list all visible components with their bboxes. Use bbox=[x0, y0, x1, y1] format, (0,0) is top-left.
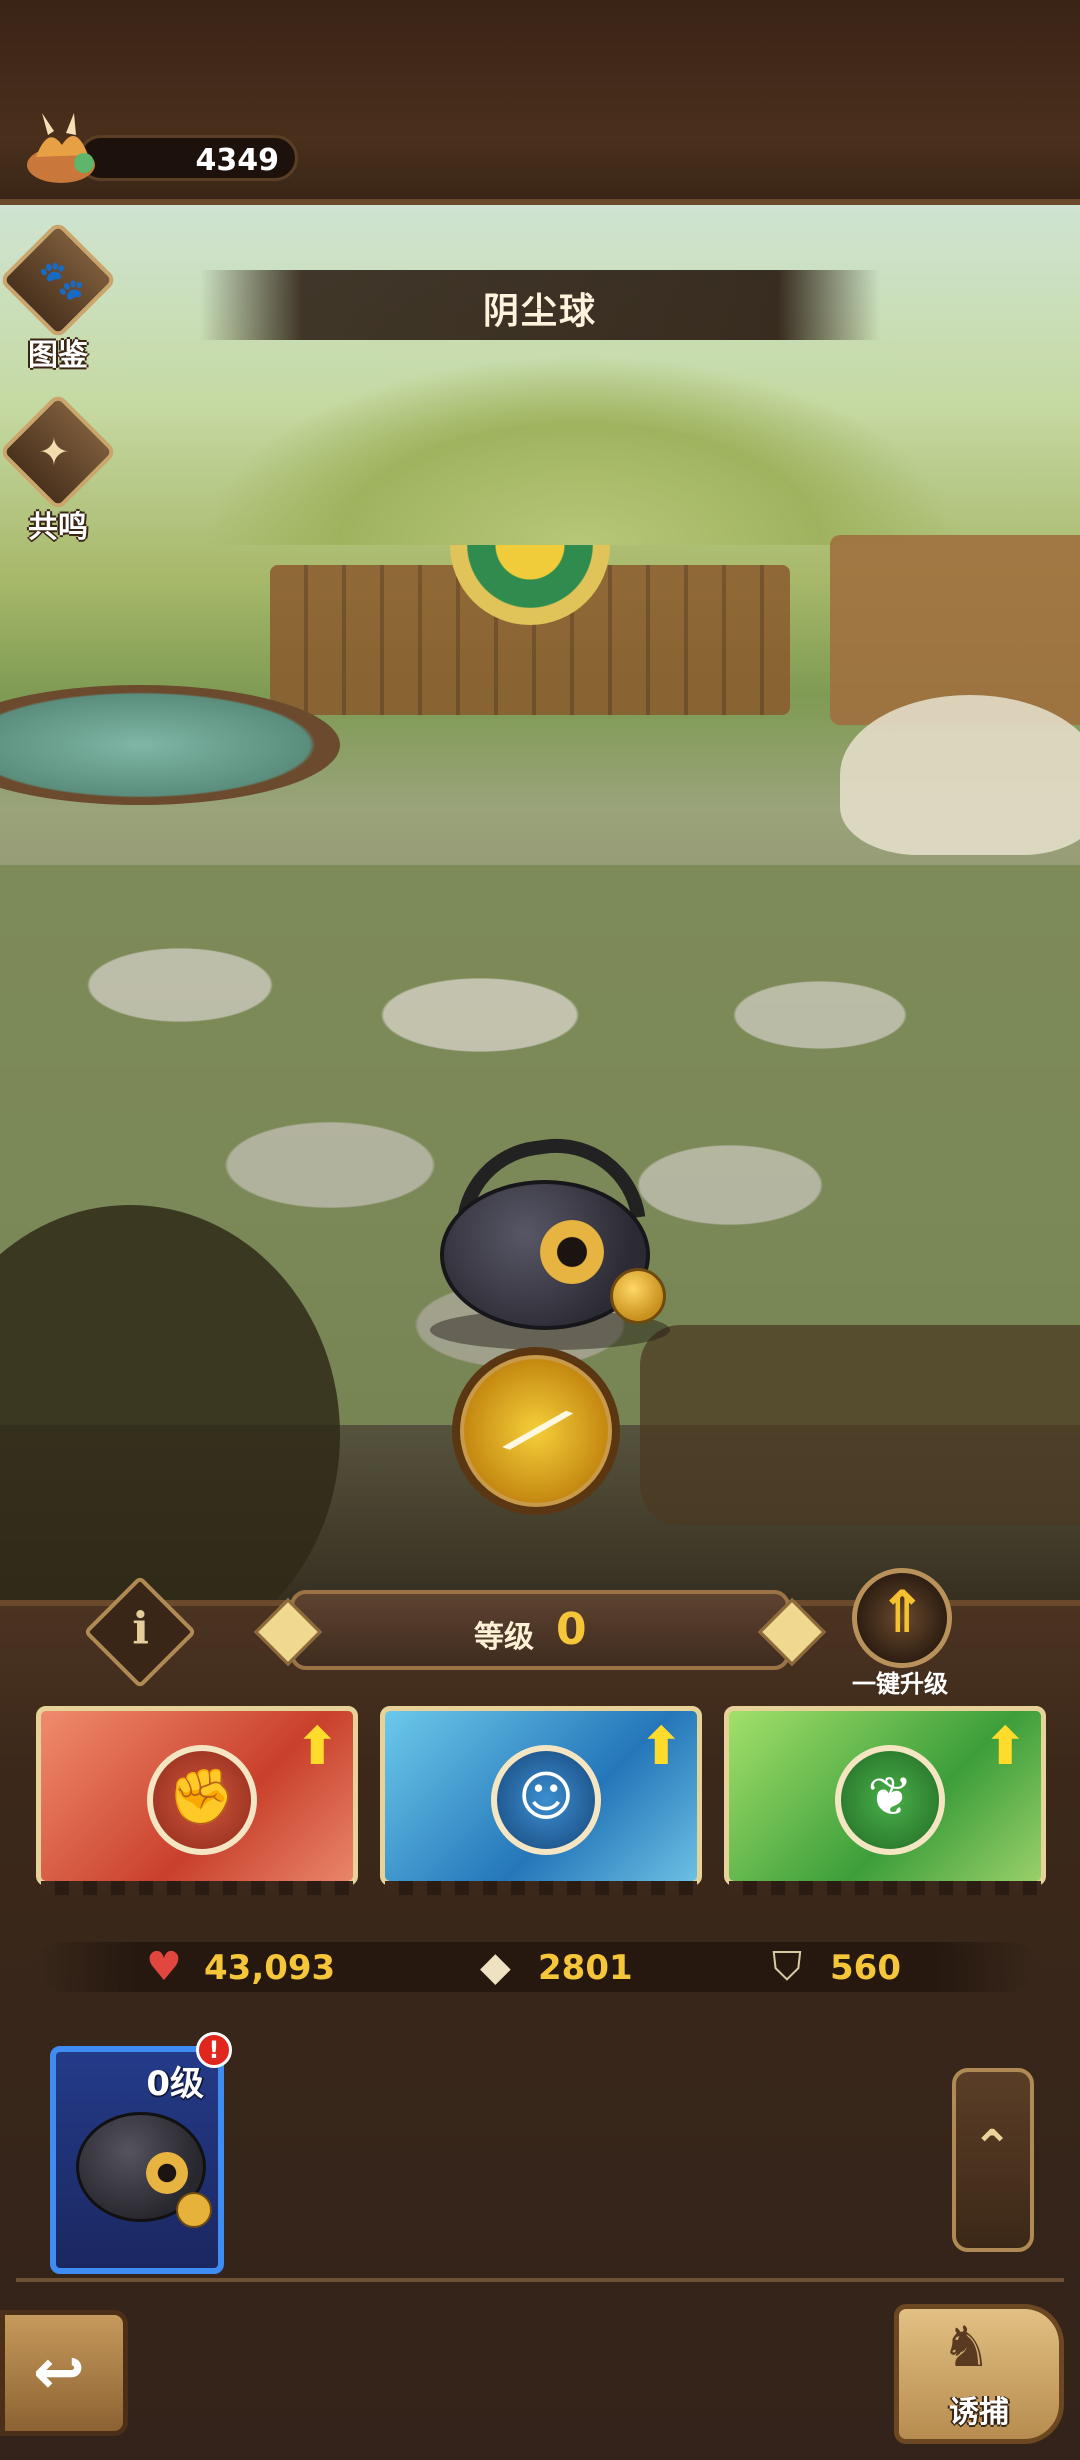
upgrade-cards: ✊ ⬆ ☺ ⬆ ❦ ⬆ bbox=[36, 1706, 1046, 1896]
one-click-upgrade-label: 一键升级 bbox=[852, 1670, 948, 1698]
one-click-upgrade-button[interactable]: ⇑ 一键升级 bbox=[840, 1568, 960, 1698]
fist-emblem: ✊ bbox=[147, 1745, 257, 1855]
chevron-up-icon: ⌃ bbox=[972, 2120, 1013, 2176]
level-label: 等级 bbox=[474, 1620, 534, 1655]
nature-upgrade-card[interactable]: ❦ ⬆ bbox=[724, 1706, 1046, 1895]
back-button[interactable]: ↩ bbox=[0, 2310, 128, 2436]
pet-portrait-bell bbox=[176, 2192, 212, 2228]
currency-display[interactable]: 4349 bbox=[18, 105, 298, 185]
spirit-upgrade-card[interactable]: ☺ ⬆ bbox=[380, 1706, 702, 1895]
defense-value: 560 bbox=[830, 1948, 901, 1988]
grain-sacks bbox=[840, 695, 1080, 855]
back-arrow-icon: ↩ bbox=[33, 2335, 85, 2408]
skill-badge[interactable]: ⟋ bbox=[452, 1347, 620, 1515]
alert-badge: ! bbox=[196, 2032, 232, 2068]
pet-portrait-eye bbox=[146, 2152, 188, 2194]
upgrade-arrow-icon: ⬆ bbox=[983, 1717, 1027, 1777]
upgrade-arrow-icon: ⬆ bbox=[295, 1717, 339, 1777]
fist-icon: ✊ bbox=[168, 1765, 236, 1828]
creature-bell bbox=[610, 1268, 666, 1324]
lure-icon: ♞ bbox=[941, 2315, 992, 2380]
paw-scroll-icon: 🐾 bbox=[38, 258, 86, 302]
resonance-icon: ✦ bbox=[38, 430, 70, 474]
resonance-label: 共鸣 bbox=[28, 510, 88, 545]
crystal-icon: ◆ bbox=[480, 1944, 511, 1990]
level-value: 0 bbox=[556, 1604, 587, 1655]
slash-skill-icon: ⟋ bbox=[499, 1382, 576, 1480]
codex-label: 图鉴 bbox=[28, 338, 88, 373]
leaf-icon: ❦ bbox=[867, 1765, 913, 1828]
pet-level-label: 0级 bbox=[146, 2064, 204, 2104]
codex-button[interactable]: 🐾 图鉴 bbox=[0, 220, 118, 388]
distant-hills bbox=[200, 355, 960, 545]
lure-button[interactable]: ♞ 诱捕 bbox=[894, 2304, 1064, 2444]
card-edge bbox=[385, 1881, 697, 1895]
creature-sprite[interactable] bbox=[420, 1127, 680, 1350]
attack-value: 2801 bbox=[538, 1948, 633, 1988]
pet-slot-card[interactable]: 0级 bbox=[50, 2046, 224, 2274]
currency-pill: 4349 bbox=[78, 135, 298, 181]
creature-name-banner: 阴尘球 bbox=[200, 270, 880, 340]
log bbox=[640, 1325, 1080, 1525]
top-bar: 4349 bbox=[0, 0, 1080, 205]
leaf-emblem: ❦ bbox=[835, 1745, 945, 1855]
expand-up-button[interactable]: ⌃ bbox=[952, 2068, 1034, 2252]
heart-icon: ♥ bbox=[146, 1944, 182, 1990]
double-arrow-up-icon: ⇑ bbox=[878, 1578, 927, 1646]
creature-eye bbox=[540, 1220, 604, 1284]
resource-icon bbox=[27, 113, 95, 183]
hp-value: 43,093 bbox=[204, 1948, 336, 1988]
currency-value: 4349 bbox=[195, 143, 280, 178]
resonance-button[interactable]: ✦ 共鸣 bbox=[0, 392, 118, 560]
lure-label: 诱捕 bbox=[949, 2395, 1009, 2430]
panel-divider bbox=[16, 2278, 1064, 2282]
creature-name: 阴尘球 bbox=[482, 291, 597, 332]
head-icon: ☺ bbox=[517, 1765, 575, 1828]
level-bar: 等级 0 bbox=[254, 1590, 826, 1670]
attack-upgrade-card[interactable]: ✊ ⬆ bbox=[36, 1706, 358, 1895]
stats-row: ♥ 43,093 ◆ 2801 ⛉ 560 bbox=[36, 1942, 1036, 1992]
upgrade-arrow-icon: ⬆ bbox=[639, 1717, 683, 1777]
card-edge bbox=[41, 1881, 353, 1895]
card-edge bbox=[729, 1881, 1041, 1895]
head-emblem: ☺ bbox=[491, 1745, 601, 1855]
info-icon: i bbox=[132, 1603, 149, 1655]
shield-icon: ⛉ bbox=[772, 1944, 802, 1990]
